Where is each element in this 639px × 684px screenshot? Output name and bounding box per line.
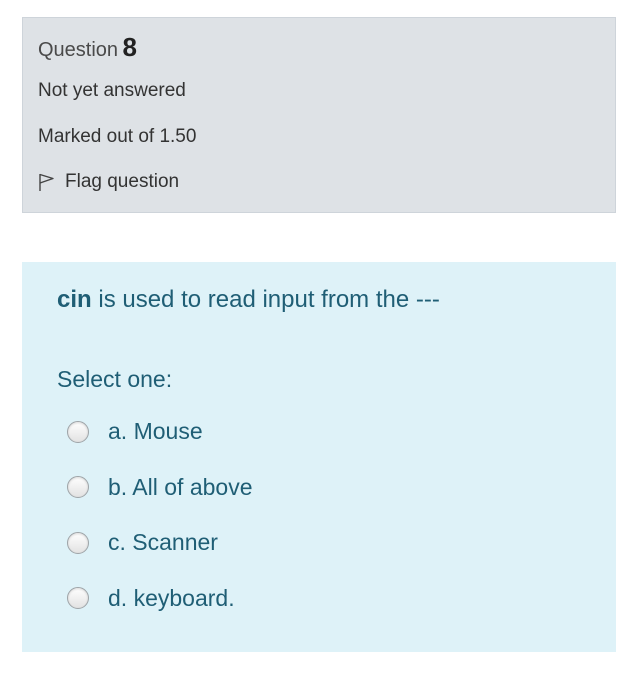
question-grade: Marked out of 1.50 [38,126,197,147]
question-keyword: cin [57,286,92,313]
answer-label[interactable]: b. All of above [108,474,253,501]
answer-label[interactable]: c. Scanner [108,529,218,556]
flag-question-link[interactable]: Flag question [38,171,179,193]
question-info-panel: Question 8 Not yet answered Marked out o… [22,17,616,213]
radio-button[interactable] [67,531,89,554]
answer-option-d[interactable]: d. keyboard. [67,571,253,627]
answer-option-b[interactable]: b. All of above [67,460,253,516]
flag-question-label: Flag question [65,171,180,192]
radio-button[interactable] [67,587,89,610]
question-state: Not yet answered [38,80,186,101]
flag-icon [38,172,56,192]
answer-label[interactable]: d. keyboard. [108,585,235,612]
answer-option-c[interactable]: c. Scanner [67,515,253,571]
radio-button[interactable] [67,476,89,499]
question-number: 8 [122,32,137,62]
question-content-panel: cin is used to read input from the --- S… [22,262,616,652]
question-number-heading: Question 8 [38,32,137,63]
question-text: cin is used to read input from the --- [57,286,440,314]
answer-option-a[interactable]: a. Mouse [67,404,253,460]
question-word: Question [38,39,119,61]
radio-button[interactable] [67,420,89,443]
answer-options: a. Mouse b. All of above c. Scanner d. k… [67,404,253,626]
question-text-rest: is used to read input from the --- [91,286,440,313]
answer-label[interactable]: a. Mouse [108,418,203,445]
select-one-prompt: Select one: [57,366,173,392]
